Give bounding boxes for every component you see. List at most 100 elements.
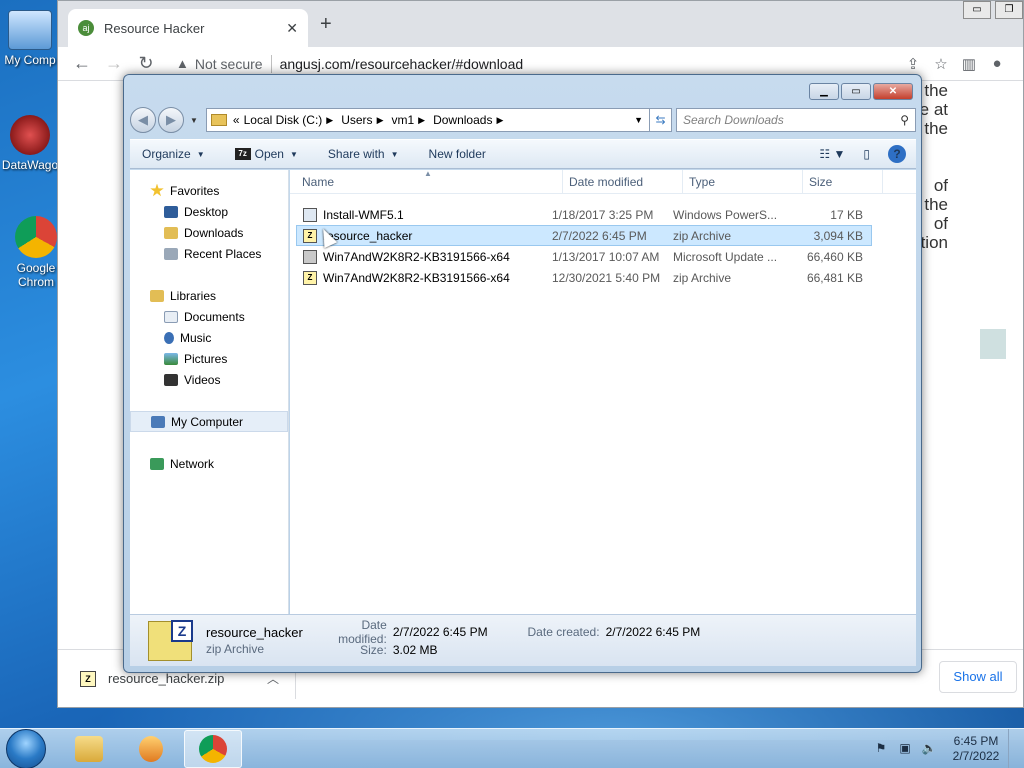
bookmark-star-icon[interactable]: ☆	[927, 55, 955, 73]
downloads-folder-icon	[164, 226, 178, 239]
nav-my-computer[interactable]: My Computer	[130, 411, 288, 432]
column-header-type[interactable]: Type	[683, 169, 803, 194]
forward-button[interactable]: →	[102, 53, 126, 74]
breadcrumb-arrow-icon[interactable]: ▶	[418, 115, 425, 126]
file-size: 3,094 KB	[813, 228, 863, 243]
breadcrumb-users[interactable]: Users	[341, 113, 372, 127]
preview-pane-icon[interactable]: ▯	[863, 147, 870, 161]
overflow-chevron-icon[interactable]: «	[233, 113, 240, 127]
restore-button[interactable]: ❐	[995, 1, 1023, 19]
desktop-icon-label: My Comp	[4, 53, 56, 67]
show-desktop-button[interactable]	[1008, 728, 1020, 768]
open-button[interactable]: 7z Open ▼	[234, 147, 298, 161]
music-icon	[164, 331, 174, 344]
nav-libraries[interactable]: Libraries	[130, 285, 288, 306]
breadcrumb-arrow-icon[interactable]: ▶	[326, 115, 333, 126]
nav-favorites[interactable]: Favorites	[130, 180, 288, 201]
breadcrumb-vm1[interactable]: vm1	[391, 113, 414, 127]
nav-downloads[interactable]: Downloads	[130, 222, 288, 243]
recent-pages-dropdown-icon[interactable]: ▼	[190, 116, 198, 125]
taskbar-media-player[interactable]	[122, 730, 180, 768]
system-tray: ⚑ ▣ 🔈 6:45 PM 2/7/2022	[872, 728, 1020, 768]
file-type: zip Archive	[673, 270, 732, 285]
clock[interactable]: 6:45 PM 2/7/2022	[944, 734, 1008, 764]
view-options-icon[interactable]: ☷ ▼	[819, 147, 845, 161]
new-tab-button[interactable]: +	[320, 13, 332, 36]
desktop-icon	[164, 205, 178, 218]
volume-icon[interactable]: 🔈	[920, 741, 938, 757]
column-headers: ▲ Name Date modified Type Size	[290, 169, 916, 194]
close-tab-icon[interactable]: ✕	[286, 20, 298, 37]
column-header-date-modified[interactable]: Date modified	[563, 169, 683, 194]
nav-pictures[interactable]: Pictures	[130, 348, 288, 369]
reload-button[interactable]: ↻	[134, 53, 158, 74]
nav-label: My Computer	[171, 414, 244, 429]
share-with-button[interactable]: Share with ▼	[328, 147, 399, 161]
clock-date: 2/7/2022	[952, 748, 1000, 763]
nav-music[interactable]: Music	[130, 327, 288, 348]
new-folder-button[interactable]: New folder	[429, 147, 486, 161]
nav-label: Pictures	[184, 351, 228, 366]
breadcrumb-downloads[interactable]: Downloads	[433, 113, 492, 127]
explorer-address-bar[interactable]: « Local Disk (C:) ▶ Users ▶ vm1 ▶ Downlo…	[205, 108, 650, 132]
minimize-button[interactable]: ▭	[963, 1, 991, 19]
back-button[interactable]: ◀	[130, 107, 156, 133]
column-header-size[interactable]: Size	[803, 169, 883, 194]
taskbar-explorer[interactable]	[60, 730, 118, 768]
file-rows: Install-WMF5.1 1/18/2017 3:25 PM Windows…	[290, 204, 916, 288]
desktop-icon-datawago[interactable]: DataWago	[0, 115, 60, 172]
address-dropdown-icon[interactable]: ▼	[634, 115, 643, 125]
recent-places-icon	[164, 247, 178, 260]
close-button[interactable]: ✕	[873, 83, 913, 100]
nav-videos[interactable]: Videos	[130, 369, 288, 390]
nav-documents[interactable]: Documents	[130, 306, 288, 327]
profile-icon[interactable]: ●	[983, 55, 1011, 72]
zip-icon: Z	[80, 670, 96, 687]
back-button[interactable]: ←	[70, 53, 94, 74]
folder-icon	[75, 735, 103, 762]
file-row[interactable]: Win7AndW2K8R2-KB3191566-x64 1/13/2017 10…	[296, 246, 872, 267]
file-row[interactable]: Z Win7AndW2K8R2-KB3191566-x64 12/30/2021 …	[296, 267, 872, 288]
search-input[interactable]: Search Downloads ⚲	[676, 108, 916, 132]
maximize-button[interactable]: ▭	[841, 83, 871, 100]
warning-icon: ▲	[176, 56, 189, 71]
organize-label: Organize	[142, 147, 191, 161]
tab-resource-hacker[interactable]: aj Resource Hacker ✕	[68, 9, 308, 47]
file-row-selected[interactable]: Zresource_hacker 2/7/2022 6:45 PM zip Ar…	[296, 225, 872, 246]
column-header-name[interactable]: ▲ Name	[290, 169, 563, 194]
media-player-icon	[139, 735, 163, 762]
nav-label: Network	[170, 456, 215, 471]
url-text: angusj.com/resourcehacker/#download	[279, 55, 524, 72]
nav-label: Videos	[184, 372, 221, 387]
details-file-name: resource_hacker	[206, 625, 303, 640]
side-panel-icon[interactable]: ▥	[955, 55, 983, 73]
breadcrumb-arrow-icon[interactable]: ▶	[377, 115, 384, 126]
file-row[interactable]: Install-WMF5.1 1/18/2017 3:25 PM Windows…	[296, 204, 872, 225]
computer-group: My Computer	[130, 411, 288, 432]
breadcrumb-arrow-icon[interactable]: ▶	[496, 115, 503, 126]
taskbar-chrome[interactable]	[184, 729, 242, 768]
details-file-type: zip Archive	[206, 642, 265, 656]
window-controls: ▭ ❐	[959, 1, 1023, 19]
forward-button[interactable]: ▶	[158, 107, 184, 133]
network-icon[interactable]: ▣	[896, 741, 914, 757]
desktop-icon-my-computer[interactable]: My Comp	[0, 10, 60, 67]
details-value: 2/7/2022 6:45 PM	[392, 624, 488, 639]
minimize-button[interactable]: ▁	[809, 83, 839, 100]
action-center-flag-icon[interactable]: ⚑	[872, 741, 890, 757]
share-icon[interactable]: ⇪	[899, 55, 927, 73]
nav-desktop[interactable]: Desktop	[130, 201, 288, 222]
sort-ascending-icon: ▲	[424, 168, 432, 178]
nav-label: Desktop	[184, 204, 229, 219]
command-bar: Organize ▼ 7z Open ▼ Share with ▼ New folder…	[130, 139, 916, 169]
start-button[interactable]	[6, 728, 46, 768]
help-icon[interactable]: ?	[888, 145, 906, 163]
show-all-button[interactable]: Show all	[939, 661, 1017, 693]
refresh-icon[interactable]: ⇆	[650, 108, 672, 132]
powershell-icon	[303, 207, 317, 222]
nav-recent-places[interactable]: Recent Places	[130, 243, 288, 264]
breadcrumb-local-disk[interactable]: Local Disk (C:)	[244, 113, 323, 127]
organize-button[interactable]: Organize ▼	[142, 147, 205, 161]
nav-label: Recent Places	[184, 246, 262, 261]
nav-network[interactable]: Network	[130, 453, 288, 474]
